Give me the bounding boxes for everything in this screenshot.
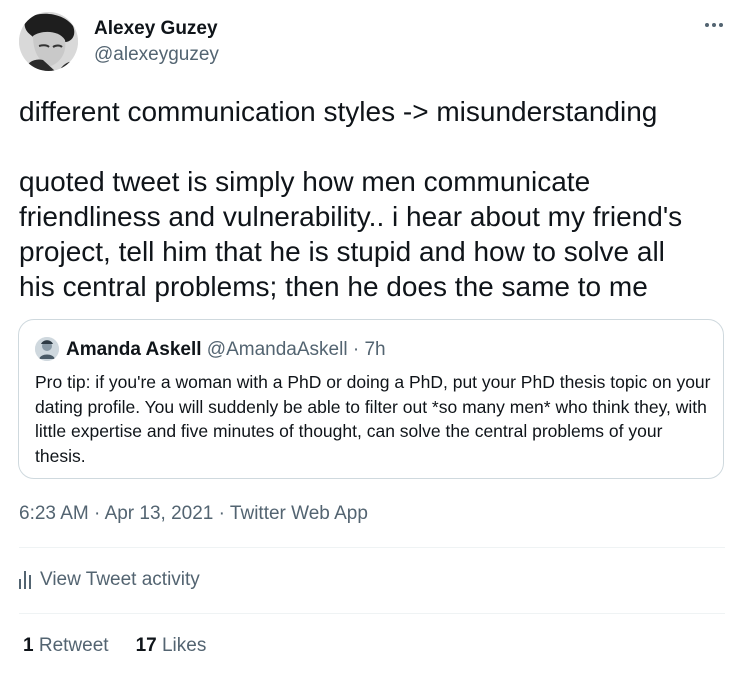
quoted-separator: · — [352, 339, 360, 360]
more-horizontal-icon[interactable] — [702, 15, 726, 35]
view-tweet-activity-link[interactable]: View Tweet activity — [19, 569, 200, 591]
likes-label: Likes — [161, 635, 207, 656]
quoted-tweet-card[interactable]: Amanda Askell @AmandaAskell · 7h Pro tip… — [18, 319, 724, 479]
quoted-tweet-header: Amanda Askell @AmandaAskell · 7h — [66, 339, 386, 361]
quoted-author-handle: @AmandaAskell — [206, 339, 348, 360]
tweet-detail: Alexey Guzey @alexeyguzey different comm… — [0, 0, 748, 682]
author-avatar-image — [19, 12, 78, 71]
likes-stat[interactable]: 17 Likes — [136, 635, 207, 657]
bar-chart-icon — [19, 571, 31, 589]
tweet-date[interactable]: Apr 13, 2021 — [105, 503, 214, 524]
retweets-label: Retweet — [38, 635, 109, 656]
quoted-time: 7h — [364, 339, 386, 360]
quoted-author-name: Amanda Askell — [66, 339, 202, 360]
view-tweet-activity-label: View Tweet activity — [40, 569, 200, 590]
divider — [19, 547, 725, 548]
likes-count: 17 — [135, 635, 157, 656]
timestamp-separator: · — [94, 503, 101, 524]
timestamp-separator-2: · — [218, 503, 225, 524]
author-avatar[interactable] — [19, 12, 78, 71]
quoted-author-avatar-image — [35, 337, 59, 361]
tweet-source[interactable]: Twitter Web App — [230, 503, 368, 524]
author-handle[interactable]: @alexeyguzey — [94, 44, 219, 66]
tweet-time[interactable]: 6:23 AM — [19, 503, 89, 524]
divider — [19, 613, 725, 614]
author-name[interactable]: Alexey Guzey — [94, 18, 218, 40]
quoted-tweet-text: Pro tip: if you're a woman with a PhD or… — [35, 372, 711, 466]
tweet-timestamp-row: 6:23 AM · Apr 13, 2021 · Twitter Web App — [19, 503, 368, 525]
quoted-author-avatar — [35, 337, 59, 361]
tweet-text: different communication styles -> misund… — [19, 96, 683, 302]
retweets-stat[interactable]: 1 Retweet — [23, 635, 109, 657]
retweets-count: 1 — [23, 635, 34, 656]
tweet-stats: 1 Retweet 17 Likes — [23, 635, 206, 657]
